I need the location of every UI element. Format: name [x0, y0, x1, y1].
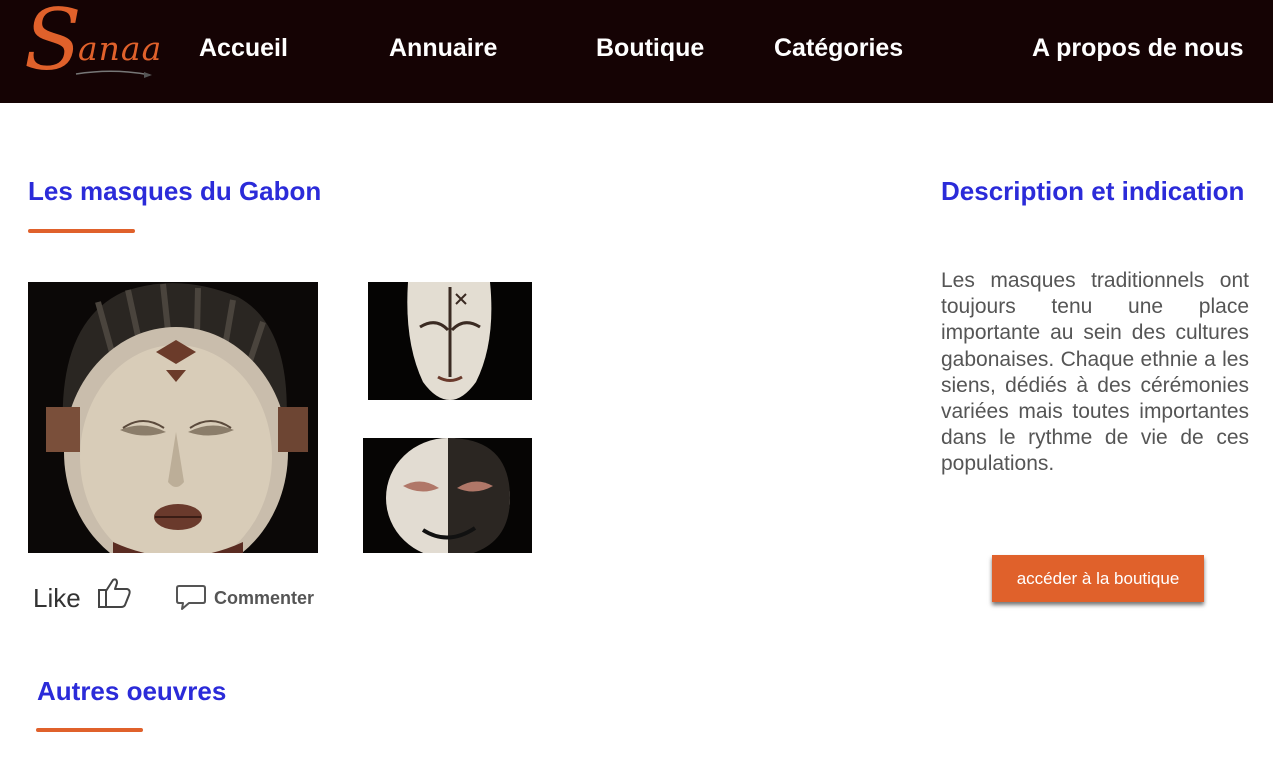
other-works-title-underline: [36, 728, 143, 732]
comment-bubble-icon[interactable]: [175, 583, 207, 613]
other-works-title: Autres oeuvres: [37, 676, 227, 706]
logo-rest: anaa: [78, 29, 163, 68]
go-to-shop-button[interactable]: accéder à la boutique: [992, 555, 1204, 602]
logo-initial: S: [24, 0, 82, 89]
nav-boutique[interactable]: Boutique: [596, 34, 704, 63]
gallery-title-underline: [28, 229, 135, 233]
comment-label[interactable]: Commenter: [214, 588, 314, 609]
thumbnail-mask-1[interactable]: [368, 282, 532, 400]
top-navigation-bar: S anaa Accueil Annuaire Boutique Catégor…: [0, 0, 1273, 103]
nav-a-propos[interactable]: A propos de nous: [1032, 34, 1244, 63]
gallery-title: Les masques du Gabon: [28, 176, 322, 206]
thumbs-up-icon[interactable]: [96, 576, 132, 610]
description-text: Les masques traditionnels ont toujours t…: [941, 269, 1249, 476]
main-mask-image[interactable]: [28, 282, 318, 553]
sanaa-logo[interactable]: S anaa: [24, 0, 164, 90]
nav-annuaire[interactable]: Annuaire: [389, 34, 497, 63]
thumbnail-mask-2[interactable]: [363, 438, 532, 553]
like-label[interactable]: Like: [33, 583, 81, 614]
description-title: Description et indication: [941, 176, 1245, 206]
nav-categories[interactable]: Catégories: [774, 34, 903, 63]
nav-accueil[interactable]: Accueil: [199, 34, 288, 63]
logo-brush-stroke-icon: [75, 70, 152, 78]
